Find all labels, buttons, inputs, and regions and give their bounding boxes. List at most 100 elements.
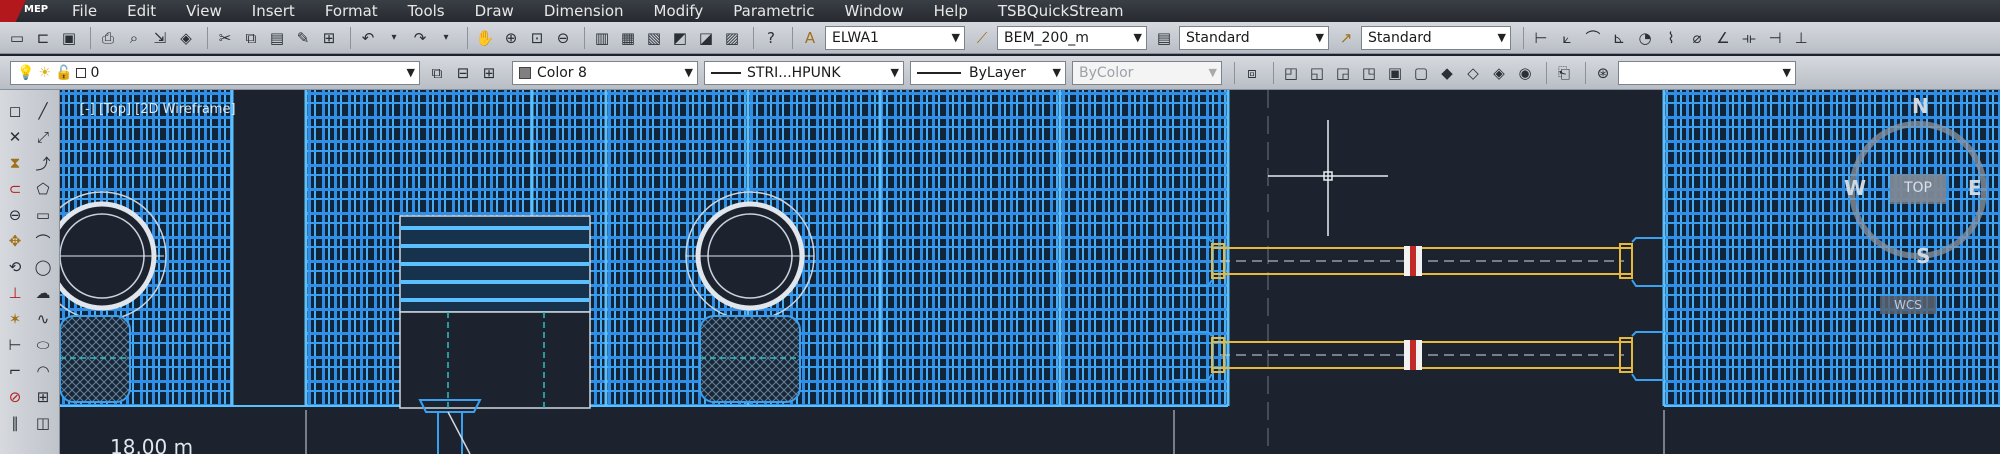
quickcalc-icon[interactable]: ▨ (721, 27, 743, 49)
menu-view[interactable]: View (186, 2, 222, 20)
block-editor-icon[interactable]: ⊞ (318, 27, 340, 49)
insert-block-icon[interactable]: ⊞ (32, 384, 54, 410)
markup-icon[interactable]: ◪ (695, 27, 717, 49)
named-views-icon[interactable]: ⧈ (1241, 62, 1263, 84)
ucs-dropdown[interactable]: ▼ (1618, 60, 1796, 85)
view-back-icon[interactable]: ▢ (1410, 62, 1432, 84)
menu-edit[interactable]: Edit (127, 2, 156, 20)
viewport-label[interactable]: [-] [Top] [2D Wireframe] (80, 102, 236, 117)
view-right-icon[interactable]: ◳ (1358, 62, 1380, 84)
undo-dropdown-icon[interactable]: ▾ (383, 27, 405, 49)
zoom-window-icon[interactable]: ⊡ (526, 27, 548, 49)
menu-file[interactable]: File (72, 2, 97, 20)
multileader-style-icon[interactable]: ↗ (1335, 27, 1357, 49)
polyline-icon[interactable]: ⤴ (32, 150, 54, 176)
match-properties-icon[interactable]: ✎ (292, 27, 314, 49)
preview-icon[interactable]: ⌕ (123, 27, 145, 49)
view-top-icon[interactable]: ◰ (1280, 62, 1302, 84)
dim-radius-icon[interactable]: ◔ (1634, 27, 1656, 49)
new-icon[interactable]: ▭ (6, 27, 28, 49)
linetype-dropdown[interactable]: STRI...HPUNK ▼ (704, 60, 904, 85)
mirror-icon[interactable]: ⧗ (4, 150, 26, 176)
tool-palettes-icon[interactable]: ▧ (643, 27, 665, 49)
dim-baseline-icon[interactable]: ⊣ (1764, 27, 1786, 49)
view-sw-iso-icon[interactable]: ◆ (1436, 62, 1458, 84)
make-current-icon[interactable]: ⊟ (452, 62, 474, 84)
dim-quick-icon[interactable]: ⟛ (1738, 27, 1760, 49)
view-bottom-icon[interactable]: ◱ (1306, 62, 1328, 84)
dim-style-icon[interactable]: ⟋ (971, 27, 993, 49)
zoom-previous-icon[interactable]: ⊖ (552, 27, 574, 49)
stretch-icon[interactable]: ✶ (4, 306, 26, 332)
pan-icon[interactable]: ✋ (474, 27, 496, 49)
menu-help[interactable]: Help (934, 2, 968, 20)
menu-insert[interactable]: Insert (252, 2, 295, 20)
menu-dimension[interactable]: Dimension (544, 2, 624, 20)
drawing-canvas[interactable]: [-] [Top] [2D Wireframe] 18.00 m N S W E… (60, 90, 2000, 454)
design-center-icon[interactable]: ▦ (617, 27, 639, 49)
dim-ordinate-icon[interactable]: ⊾ (1608, 27, 1630, 49)
lineweight-dropdown[interactable]: ByLayer ▼ (910, 60, 1066, 85)
layer-properties-icon[interactable]: ⧉ (426, 62, 448, 84)
break-icon[interactable]: ⊘ (4, 384, 26, 410)
app-menu-button[interactable]: MEP (0, 0, 62, 22)
extend-icon[interactable]: ⌐ (4, 358, 26, 384)
move-icon[interactable]: ✥ (4, 228, 26, 254)
redo-dropdown-icon[interactable]: ▾ (435, 27, 457, 49)
join-icon[interactable]: ∥ (4, 410, 26, 436)
dim-style-dropdown[interactable]: BEM_200_m ▼ (997, 25, 1147, 50)
dim-angular-icon[interactable]: ∠ (1712, 27, 1734, 49)
rotate-icon[interactable]: ⟲ (4, 254, 26, 280)
viewcube-north[interactable]: N (1912, 94, 1929, 118)
scale-icon[interactable]: ⊥ (4, 280, 26, 306)
view-ne-iso-icon[interactable]: ◈ (1488, 62, 1510, 84)
viewcube-south[interactable]: S (1916, 244, 1930, 268)
3d-print-icon[interactable]: ◈ (175, 27, 197, 49)
sheet-set-icon[interactable]: ◩ (669, 27, 691, 49)
revcloud-icon[interactable]: ☁ (32, 280, 54, 306)
redo-icon[interactable]: ↷ (409, 27, 431, 49)
ucs-icon[interactable]: ⊛ (1592, 62, 1614, 84)
menu-draw[interactable]: Draw (475, 2, 514, 20)
viewcube-east[interactable]: E (1968, 176, 1982, 200)
dim-aligned-icon[interactable]: ⟀ (1556, 27, 1578, 49)
dim-arc-icon[interactable]: ⌒ (1582, 27, 1604, 49)
polygon-icon[interactable]: ⬠ (32, 176, 54, 202)
make-block-icon[interactable]: ◫ (32, 410, 54, 436)
spline-icon[interactable]: ∿ (32, 306, 54, 332)
zoom-realtime-icon[interactable]: ⊕ (500, 27, 522, 49)
menu-parametric[interactable]: Parametric (733, 2, 814, 20)
plotstyle-dropdown[interactable]: ByColor ▼ (1072, 60, 1222, 85)
menu-tsbquickstream[interactable]: TSBQuickStream (998, 2, 1124, 20)
line-icon[interactable]: ╱ (32, 98, 54, 124)
wcs-menu[interactable]: WCS (1880, 296, 1936, 314)
help-icon[interactable]: ? (760, 27, 782, 49)
save-icon[interactable]: ▣ (58, 27, 80, 49)
viewcube-top-face[interactable]: TOP (1890, 174, 1946, 202)
arc-icon[interactable]: ⌒ (32, 228, 54, 254)
ellipse-icon[interactable]: ⬭ (32, 332, 54, 358)
dim-jogged-icon[interactable]: ⌇ (1660, 27, 1682, 49)
layer-previous-icon[interactable]: ⊞ (478, 62, 500, 84)
trim-icon[interactable]: ⊢ (4, 332, 26, 358)
cut-icon[interactable]: ✂ (214, 27, 236, 49)
multileader-style-dropdown[interactable]: Standard ▼ (1361, 25, 1511, 50)
table-style-dropdown[interactable]: Standard ▼ (1179, 25, 1329, 50)
menu-tools[interactable]: Tools (408, 2, 445, 20)
rectangle-icon[interactable]: ▭ (32, 202, 54, 228)
menu-format[interactable]: Format (325, 2, 378, 20)
dim-continue-icon[interactable]: ⊥ (1790, 27, 1812, 49)
dim-linear-icon[interactable]: ⊢ (1530, 27, 1552, 49)
ellipse-arc-icon[interactable]: ◠ (32, 358, 54, 384)
publish-icon[interactable]: ⇲ (149, 27, 171, 49)
view-nw-iso-icon[interactable]: ◉ (1514, 62, 1536, 84)
view-se-iso-icon[interactable]: ◇ (1462, 62, 1484, 84)
viewcube-west[interactable]: W (1844, 176, 1866, 200)
text-style-icon[interactable]: A (799, 27, 821, 49)
construction-line-icon[interactable]: ⤢ (32, 124, 54, 150)
layer-dropdown[interactable]: 💡 ☀ 🔓 0 ▼ (10, 60, 420, 85)
erase-icon[interactable]: ◻ (4, 98, 26, 124)
copy-object-icon[interactable]: ✕ (4, 124, 26, 150)
table-style-icon[interactable]: ▤ (1153, 27, 1175, 49)
array-icon[interactable]: ⊖ (4, 202, 26, 228)
